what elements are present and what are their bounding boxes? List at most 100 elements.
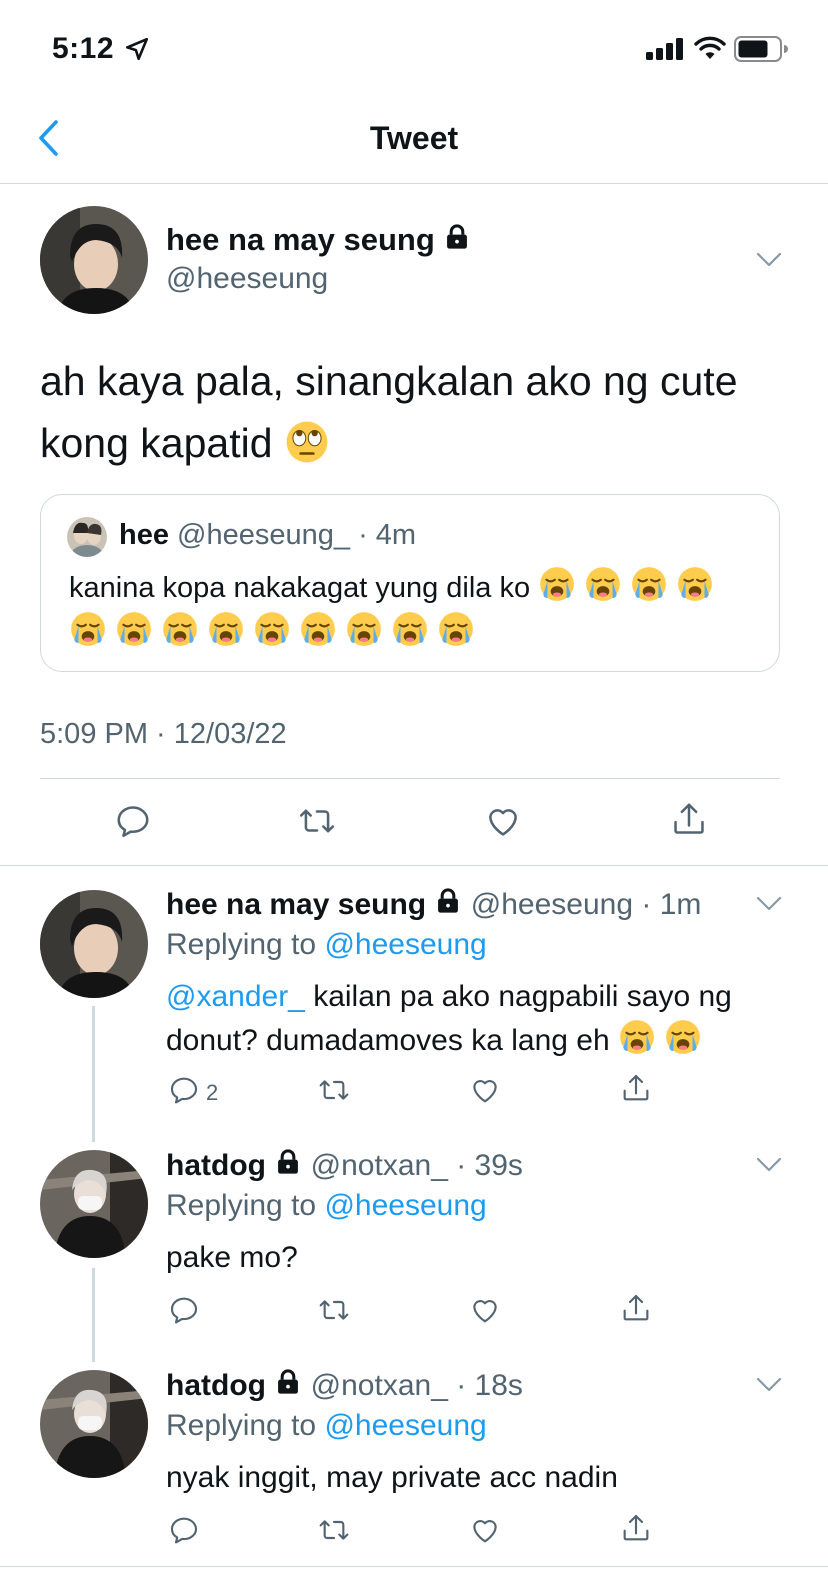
crying-emoji-icon [69, 610, 107, 648]
crying-emoji-icon [538, 565, 576, 603]
author-handle[interactable]: @heeseung [166, 262, 328, 296]
reply-author-name[interactable]: hee na may seung [166, 888, 426, 921]
status-bar: 5:12 [0, 0, 828, 96]
chevron-down-icon[interactable] [756, 252, 782, 268]
retweet-icon [318, 1514, 350, 1546]
share-button[interactable] [620, 1072, 652, 1104]
divider [0, 1566, 828, 1567]
status-time: 5:12 [52, 32, 115, 65]
lock-icon [443, 222, 471, 252]
reply-meta: @notxan_ · 18s [310, 1369, 523, 1402]
crying-emoji-icon [299, 610, 337, 648]
crying-emoji-icon [664, 1018, 702, 1056]
crying-emoji-icon [253, 610, 291, 648]
signal-icon [646, 38, 683, 60]
divider [40, 778, 780, 779]
retweet-button[interactable] [318, 1514, 350, 1546]
crying-emoji-icon [345, 610, 383, 648]
reply-icon [168, 1514, 200, 1546]
reply-count: 2 [206, 1080, 219, 1105]
quote-text-content: kanina kopa nakakagat yung dila ko [69, 572, 531, 604]
quoted-tweet[interactable]: hee @heeseung_ · 4m kanina kopa nakakaga… [40, 494, 780, 672]
like-icon [484, 802, 522, 840]
quote-header: hee @heeseung_ · 4m [119, 519, 416, 552]
reply-meta: @notxan_ · 39s [310, 1149, 523, 1182]
replying-handle-link[interactable]: @heeseung [324, 1189, 486, 1222]
retweet-icon [318, 1074, 350, 1106]
tweet-text-content: ah kaya pala, sinangkalan ako ng cute ko… [40, 358, 738, 466]
crying-emoji-icon [207, 610, 245, 648]
avatar[interactable] [40, 206, 148, 314]
reply-author-name[interactable]: hatdog [166, 1369, 266, 1402]
share-icon [620, 1512, 652, 1544]
like-button[interactable] [469, 1074, 501, 1106]
share-button[interactable] [620, 1292, 652, 1324]
retweet-button[interactable] [318, 1074, 350, 1106]
quote-meta: @heeseung_ · 4m [177, 519, 417, 551]
replying-to: Replying to @heeseung [166, 1409, 487, 1443]
avatar[interactable] [40, 1370, 148, 1478]
crying-emoji-icon [630, 565, 668, 603]
crying-emoji-icon [161, 610, 199, 648]
replying-handle-link[interactable]: @heeseung [324, 1409, 486, 1442]
lock-icon [274, 1147, 302, 1177]
reply-icon [168, 1294, 200, 1326]
like-button[interactable] [469, 1294, 501, 1326]
mention-link[interactable]: @xander_ [166, 980, 305, 1013]
share-icon [670, 800, 708, 838]
author-name-row[interactable]: hee na may seung [166, 222, 471, 258]
tweet-text: ah kaya pala, sinangkalan ako ng cute ko… [40, 350, 790, 474]
reply-header: hatdog @notxan_ · 18s [166, 1367, 523, 1403]
crying-emoji-icon [391, 610, 429, 648]
replying-handle-link[interactable]: @heeseung [324, 928, 486, 961]
retweet-icon [298, 802, 336, 840]
crying-emoji-icon [618, 1018, 656, 1056]
crying-emoji-icon [115, 610, 153, 648]
reply-meta: @heeseung · 1m [470, 888, 702, 921]
nav-bar: Tweet [0, 96, 828, 184]
share-button[interactable] [620, 1512, 652, 1544]
wifi-icon [694, 36, 726, 59]
chevron-down-icon[interactable] [756, 896, 782, 912]
reply-icon [114, 802, 152, 840]
location-arrow-icon [125, 37, 149, 61]
retweet-button[interactable] [298, 802, 336, 840]
battery-icon [734, 36, 788, 62]
reply-header: hatdog @notxan_ · 39s [166, 1147, 523, 1183]
share-icon [620, 1072, 652, 1104]
reply-text: @xander_ kailan pa ako nagpabili sayo ng… [166, 976, 786, 1062]
quote-avatar [67, 517, 107, 557]
reply-icon [168, 1074, 200, 1106]
retweet-button[interactable] [318, 1294, 350, 1326]
like-button[interactable] [484, 802, 522, 840]
lock-icon [434, 886, 462, 916]
chevron-down-icon[interactable] [756, 1157, 782, 1173]
avatar[interactable] [40, 1150, 148, 1258]
quote-author-name: hee [119, 519, 169, 551]
divider [0, 865, 828, 866]
reply-header: hee na may seung @heeseung · 1m [166, 886, 701, 922]
replying-to: Replying to @heeseung [166, 1189, 487, 1223]
thread-line [92, 1268, 95, 1362]
crying-emoji-icon [584, 565, 622, 603]
avatar[interactable] [40, 890, 148, 998]
crying-emoji-icon [676, 565, 714, 603]
thread-line [92, 1006, 95, 1142]
replying-label: Replying to [166, 1189, 317, 1222]
reply-button[interactable] [114, 802, 152, 840]
quote-text: kanina kopa nakakagat yung dila ko [69, 565, 759, 655]
share-button[interactable] [670, 800, 708, 838]
tweet-timestamp: 5:09 PM · 12/03/22 [40, 718, 287, 750]
share-icon [620, 1292, 652, 1324]
chevron-down-icon[interactable] [756, 1377, 782, 1393]
page-title: Tweet [369, 120, 459, 156]
like-icon [469, 1294, 501, 1326]
like-icon [469, 1074, 501, 1106]
like-icon [469, 1514, 501, 1546]
reply-button[interactable] [168, 1514, 200, 1546]
replying-to: Replying to @heeseung [166, 928, 487, 962]
reply-button[interactable] [168, 1294, 200, 1326]
reply-author-name[interactable]: hatdog [166, 1149, 266, 1182]
like-button[interactable] [469, 1514, 501, 1546]
reply-button[interactable] [168, 1074, 200, 1106]
